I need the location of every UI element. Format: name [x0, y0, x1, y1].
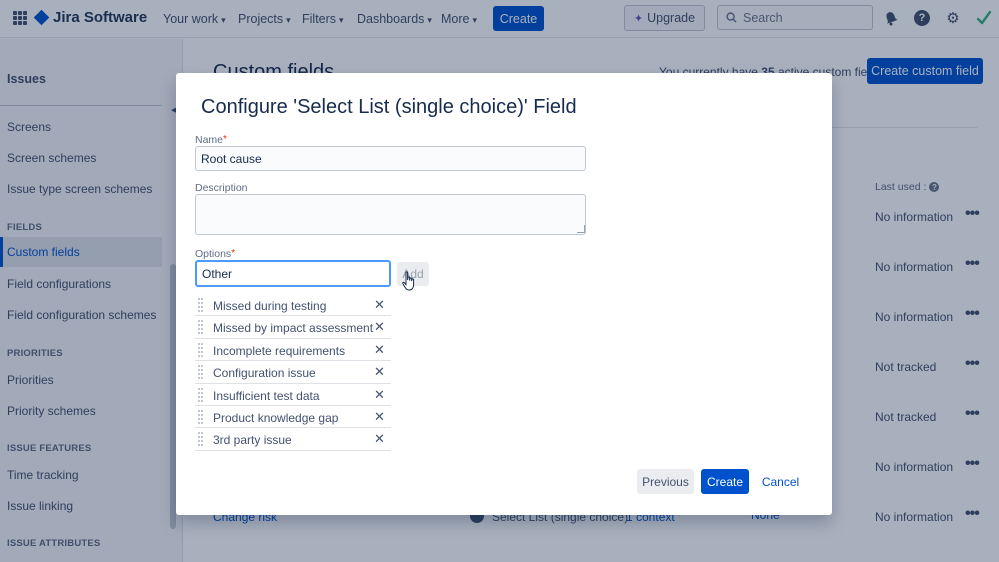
remove-option-icon[interactable]: ✕: [374, 409, 385, 425]
list-item[interactable]: 3rd party issue✕: [195, 428, 391, 450]
list-item[interactable]: Missed by impact assessment✕: [195, 316, 391, 338]
remove-option-icon[interactable]: ✕: [374, 431, 385, 447]
create-field-button[interactable]: Create: [701, 469, 749, 494]
cancel-button[interactable]: Cancel: [758, 469, 803, 494]
configure-field-dialog: Configure 'Select List (single choice)' …: [176, 73, 832, 515]
list-item[interactable]: Incomplete requirements✕: [195, 339, 391, 361]
remove-option-icon[interactable]: ✕: [374, 297, 385, 313]
list-item[interactable]: Product knowledge gap✕: [195, 406, 391, 428]
list-item[interactable]: Insufficient test data✕: [195, 384, 391, 406]
remove-option-icon[interactable]: ✕: [374, 364, 385, 380]
previous-button[interactable]: Previous: [637, 469, 694, 494]
remove-option-icon[interactable]: ✕: [374, 342, 385, 358]
options-list: Missed during testing✕ Missed by impact …: [195, 294, 391, 451]
required-marker: *: [231, 248, 235, 259]
drag-handle-icon[interactable]: [198, 410, 203, 424]
name-field[interactable]: [195, 146, 586, 171]
drag-handle-icon[interactable]: [198, 432, 203, 446]
drag-handle-icon[interactable]: [198, 388, 203, 402]
hand-cursor-icon: [402, 271, 416, 291]
resize-handle-icon[interactable]: [577, 225, 585, 233]
remove-option-icon[interactable]: ✕: [374, 387, 385, 403]
drag-handle-icon[interactable]: [198, 320, 203, 334]
description-field[interactable]: [195, 194, 586, 235]
dialog-title: Configure 'Select List (single choice)' …: [201, 96, 577, 119]
drag-handle-icon[interactable]: [198, 298, 203, 312]
name-label: Name*: [195, 134, 227, 146]
list-item[interactable]: Configuration issue✕: [195, 361, 391, 383]
drag-handle-icon[interactable]: [198, 365, 203, 379]
list-item[interactable]: Missed during testing✕: [195, 294, 391, 316]
required-marker: *: [223, 134, 227, 145]
options-label: Options*: [195, 248, 235, 260]
description-label: Description: [195, 182, 248, 194]
option-input[interactable]: [195, 260, 391, 287]
remove-option-icon[interactable]: ✕: [374, 319, 385, 335]
drag-handle-icon[interactable]: [198, 343, 203, 357]
